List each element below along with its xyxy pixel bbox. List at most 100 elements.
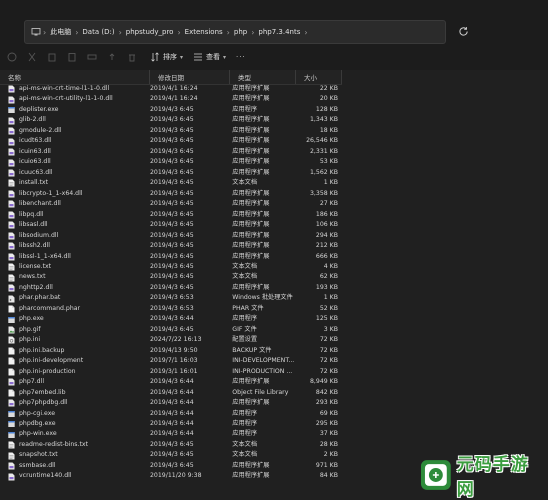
file-row[interactable]: php7embed.lib 2019/4/3 6:44 Object File Li… (0, 388, 342, 398)
file-size: 186 KB (315, 210, 338, 218)
file-row[interactable]: php.gif 2019/4/3 6:45 GIF 文件 3 KB (0, 325, 342, 335)
file-row[interactable]: phpdbg.exe 2019/4/3 6:44 应用程序 295 KB (0, 419, 342, 429)
file-name: php7phpdbg.dll (19, 399, 68, 407)
breadcrumb-item[interactable]: php7.3.4nts (254, 28, 304, 36)
file-row[interactable]: php.ini-production 2019/3/1 16:01 INI-PROD… (0, 367, 342, 377)
file-row[interactable]: libssl-1_1-x64.dll 2019/4/3 6:45 应用程序扩展 666… (0, 252, 342, 262)
file-row[interactable]: api-ms-win-crt-utility-l1-1-0.dll 2019/4/… (0, 94, 342, 104)
file-name-cell: libenchant.dll (0, 199, 147, 209)
file-row[interactable]: icudt63.dll 2019/4/3 6:45 应用程序扩展 26,546 KB (0, 136, 342, 146)
file-row[interactable]: gmodule-2.dll 2019/4/3 6:45 应用程序扩展 18 KB (0, 126, 342, 136)
file-row[interactable]: api-ms-win-crt-time-l1-1-0.dll 2019/4/1 1… (0, 84, 342, 94)
file-row[interactable]: icuuc63.dll 2019/4/3 6:45 应用程序扩展 1,562 KB (0, 168, 342, 178)
file-row[interactable]: glib-2.dll 2019/4/3 6:45 应用程序扩展 1,343 KB (0, 115, 342, 125)
file-date: 2024/7/22 16:13 (149, 336, 202, 344)
dll-file-icon (8, 232, 19, 240)
file-row[interactable]: install.txt 2019/4/3 6:45 文本文档 1 KB (0, 178, 342, 188)
dll-file-icon (8, 159, 19, 167)
watermark-logo (420, 460, 451, 490)
file-row[interactable]: libssh2.dll 2019/4/3 6:45 应用程序扩展 212 KB (0, 241, 342, 251)
file-row[interactable]: nghttp2.dll 2019/4/3 6:45 应用程序扩展 193 KB (0, 283, 342, 293)
command-bar: 排序 ▾ 查看 ▾ ··· (0, 44, 548, 71)
file-row[interactable]: libsodium.dll 2019/4/3 6:45 应用程序扩展 294 KB (0, 231, 342, 241)
copy-button[interactable] (44, 49, 60, 65)
file-size: 212 KB (315, 242, 338, 250)
more-icon: ··· (236, 53, 246, 61)
file-row[interactable]: pharcommand.phar 2019/4/3 6:53 PHAR 文件 52 K… (0, 304, 342, 314)
exe-file-icon (8, 316, 19, 324)
breadcrumb-item[interactable]: phpstudy_pro (122, 28, 178, 36)
column-name[interactable]: 名称 (0, 70, 150, 84)
file-row[interactable]: php-cgi.exe 2019/4/3 6:44 应用程序 69 KB (0, 409, 342, 419)
share-button[interactable] (104, 49, 120, 65)
rename-button[interactable] (84, 49, 100, 65)
file-size: 1 KB (323, 294, 338, 302)
dll-file-icon (8, 399, 19, 407)
new-button[interactable] (4, 49, 20, 65)
file-row[interactable]: news.txt 2019/4/3 6:45 文本文档 62 KB (0, 272, 342, 282)
file-type: 应用程序扩展 (232, 168, 270, 176)
file-type: 文本文档 (232, 262, 258, 270)
file-row[interactable]: readme-redist-bins.txt 2019/4/3 6:45 文本文档 2… (0, 440, 342, 450)
file-size: 72 KB (319, 346, 338, 354)
column-size[interactable]: 大小 (296, 70, 342, 84)
file-date: 2019/4/3 6:45 (149, 451, 194, 459)
file-size: 26,546 KB (306, 137, 338, 145)
file-name-cell: php.ini-development (0, 356, 147, 366)
file-name-cell: phar.phar.bat (0, 293, 147, 303)
file-name: phar.phar.bat (19, 294, 61, 302)
file-row[interactable]: vcruntime140.dll 2019/11/20 9:38 应用程序扩展 84 … (0, 471, 342, 481)
file-row[interactable]: ssmbase.dll 2019/4/3 6:45 应用程序扩展 971 KB (0, 461, 342, 471)
view-button[interactable]: 查看 ▾ (193, 52, 226, 62)
more-button[interactable]: ··· (236, 53, 246, 61)
file-row[interactable]: php.ini 2024/7/22 16:13 配置设置 72 KB (0, 335, 342, 345)
breadcrumb-item[interactable]: php (230, 28, 251, 36)
breadcrumb-item[interactable]: Extensions (181, 28, 227, 36)
file-row[interactable]: php.ini.backup 2019/4/13 9:50 BACKUP 文件 72 … (0, 346, 342, 356)
file-name: php.ini-development (19, 357, 84, 365)
breadcrumb-item[interactable]: Data (D:) (78, 28, 118, 36)
delete-button[interactable] (124, 49, 140, 65)
column-type[interactable]: 类型 (230, 70, 296, 84)
file-row[interactable]: php7phpdbg.dll 2019/4/3 6:44 应用程序扩展 293 KB (0, 398, 342, 408)
file-type: 应用程序扩展 (232, 378, 270, 386)
file-size: 20 KB (319, 95, 338, 103)
sort-button[interactable]: 排序 ▾ (150, 52, 183, 62)
file-date: 2019/4/3 6:45 (149, 440, 194, 448)
cut-button[interactable] (24, 49, 40, 65)
file-name-cell: libcrypto-1_1-x64.dll (0, 189, 147, 199)
file-name: icudt63.dll (19, 137, 52, 145)
sort-icon (151, 52, 159, 62)
breadcrumb[interactable]: › 此电脑 › Data (D:) › phpstudy_pro › Exten… (24, 20, 446, 44)
file-type: 应用程序扩展 (232, 283, 270, 291)
file-row[interactable]: snapshot.txt 2019/4/3 6:45 文本文档 2 KB (0, 450, 342, 460)
file-type: 文本文档 (232, 179, 258, 187)
file-row[interactable]: php-win.exe 2019/4/3 6:44 应用程序 37 KB (0, 429, 342, 439)
file-row[interactable]: php.exe 2019/4/3 6:44 应用程序 125 KB (0, 314, 342, 324)
refresh-button[interactable] (452, 20, 474, 42)
file-date: 2019/4/3 6:45 (149, 200, 194, 208)
file-row[interactable]: libcrypto-1_1-x64.dll 2019/4/3 6:45 应用程序扩展… (0, 189, 342, 199)
paste-button[interactable] (64, 49, 80, 65)
file-row[interactable]: php.ini-development 2019/7/1 16:03 INI-DEV… (0, 356, 342, 366)
file-name-cell: php.exe (0, 314, 147, 324)
dll-file-icon (8, 253, 19, 261)
file-row[interactable]: icuin63.dll 2019/4/3 6:45 应用程序扩展 2,331 KB (0, 147, 342, 157)
file-row[interactable]: libpq.dll 2019/4/3 6:45 应用程序扩展 186 KB (0, 210, 342, 220)
dll-file-icon (8, 96, 19, 104)
file-row[interactable]: php7.dll 2019/4/3 6:44 应用程序扩展 8,949 KB (0, 377, 342, 387)
file-row[interactable]: libenchant.dll 2019/4/3 6:45 应用程序扩展 27 KB (0, 199, 342, 209)
file-row[interactable]: icuio63.dll 2019/4/3 6:45 应用程序扩展 53 KB (0, 157, 342, 167)
file-name-cell: readme-redist-bins.txt (0, 440, 147, 450)
column-date[interactable]: 修改日期 (150, 70, 230, 84)
file-name-cell: php7.dll (0, 377, 147, 387)
file-row[interactable]: deplister.exe 2019/4/3 6:45 应用程序 128 KB (0, 105, 342, 115)
file-row[interactable]: phar.phar.bat 2019/4/3 6:53 Windows 批处理文件 1… (0, 293, 342, 303)
breadcrumb-item[interactable]: 此电脑 (46, 27, 75, 37)
file-row[interactable]: libsasl.dll 2019/4/3 6:45 应用程序扩展 106 KB (0, 220, 342, 230)
file-row[interactable]: license.txt 2019/4/3 6:45 文本文档 4 KB (0, 262, 342, 272)
ini-file-icon (8, 336, 19, 344)
file-size: 4 KB (323, 262, 338, 270)
file-date: 2019/4/3 6:53 (149, 304, 194, 312)
file-type: PHAR 文件 (232, 304, 264, 312)
